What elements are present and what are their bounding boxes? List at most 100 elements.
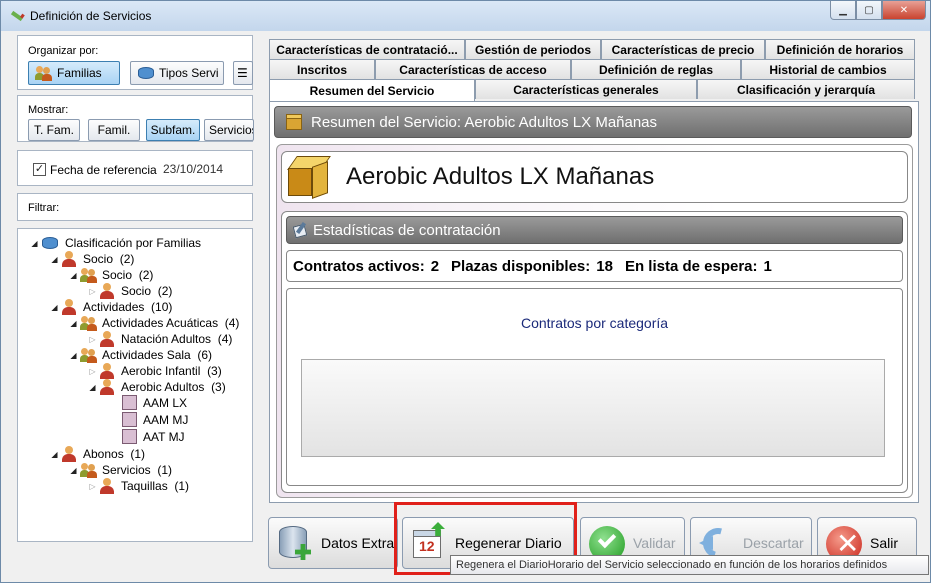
- extra-data-button[interactable]: Datos Extra: [268, 517, 398, 569]
- tree-node[interactable]: ◢ Clasificación por Familias: [30, 235, 201, 251]
- expand-icon[interactable]: ◢: [50, 303, 59, 312]
- database-add-icon: [275, 522, 315, 564]
- window-title: Definición de Servicios: [30, 9, 152, 23]
- tree-node[interactable]: AAT MJ: [122, 429, 185, 444]
- service-square-icon: [122, 395, 137, 410]
- title-bar: Definición de Servicios ▁ ▢ ✕: [1, 1, 930, 31]
- expand-icon[interactable]: ◢: [69, 319, 78, 328]
- waitlist-label: En lista de espera:: [624, 257, 758, 275]
- expand-icon[interactable]: ◢: [69, 271, 78, 280]
- available-places-label: Plazas disponibles:: [451, 257, 591, 275]
- main-window: Definición de Servicios ▁ ▢ ✕ Organizar …: [0, 0, 931, 583]
- waitlist-value: 1: [763, 257, 772, 275]
- left-panel: Organizar por: Familias Tipos Servi ☰ Mo…: [17, 35, 254, 575]
- tree-node[interactable]: ◢ Socio (2): [69, 267, 153, 283]
- tab-resumen[interactable]: Resumen del Servicio: [269, 79, 475, 101]
- show-famil-button[interactable]: Famil.: [88, 119, 140, 141]
- classification-tree[interactable]: ◢ Clasificación por Familias ◢ Socio (2)…: [17, 228, 253, 542]
- tab-contratacion[interactable]: Características de contratació...: [269, 39, 465, 59]
- minimize-icon: ▁: [839, 4, 847, 16]
- active-contracts-label: Contratos activos:: [293, 257, 425, 275]
- tree-node[interactable]: AAM MJ: [122, 412, 188, 427]
- collapse-icon[interactable]: ▷: [88, 335, 97, 344]
- tab-historial[interactable]: Historial de cambios: [741, 59, 915, 79]
- service-square-icon: [122, 429, 137, 444]
- database-icon: [41, 235, 59, 251]
- reference-date-label: Fecha de referencia: [50, 163, 157, 177]
- reference-date-group: ✓ Fecha de referencia 23/10/2014: [17, 150, 253, 186]
- organize-familias-button[interactable]: Familias: [28, 61, 120, 85]
- organize-tipos-button[interactable]: Tipos Servi: [130, 61, 224, 85]
- active-contracts-value: 2: [430, 257, 440, 275]
- filter-label: Filtrar:: [28, 202, 60, 214]
- package-icon: [286, 154, 332, 200]
- group-icon: [80, 462, 98, 478]
- organize-label: Organizar por:: [28, 45, 99, 57]
- contracts-chart: Contratos por categoría: [286, 288, 903, 486]
- reference-date-input[interactable]: 23/10/2014: [163, 162, 253, 176]
- tree-node[interactable]: ◢ Aerobic Adultos (3): [88, 379, 226, 395]
- tab-inscritos[interactable]: Inscritos: [269, 59, 375, 79]
- filter-group: Filtrar:: [17, 193, 253, 221]
- regenerate-tooltip: Regenera el DiarioHorario del Servicio s…: [450, 555, 929, 575]
- expand-icon[interactable]: ◢: [50, 450, 59, 459]
- expand-icon[interactable]: ◢: [88, 383, 97, 392]
- person-icon: [99, 478, 117, 494]
- close-icon: ✕: [899, 4, 909, 16]
- close-button[interactable]: ✕: [882, 1, 926, 20]
- person-icon: [61, 446, 79, 462]
- tab-strip: Características de contratació... Gestió…: [269, 39, 919, 101]
- tree-node[interactable]: ◢ Actividades (10): [50, 299, 172, 315]
- tab-clasificacion[interactable]: Clasificación y jerarquía: [697, 79, 915, 99]
- collapse-icon[interactable]: ▷: [88, 367, 97, 376]
- tree-node[interactable]: ◢ Socio (2): [50, 251, 134, 267]
- stats-line: Contratos activos: 2 Plazas disponibles:…: [286, 250, 903, 282]
- summary-content: Aerobic Adultos LX Mañanas Estadísticas …: [276, 144, 913, 498]
- person-icon: [61, 299, 79, 315]
- reference-date-checkbox[interactable]: ✓: [33, 163, 46, 176]
- maximize-button[interactable]: ▢: [856, 1, 882, 20]
- tree-node[interactable]: ◢ Actividades Sala (6): [69, 347, 212, 363]
- tree-node[interactable]: ▷ Natación Adultos (4): [88, 331, 232, 347]
- maximize-icon: ▢: [864, 4, 874, 16]
- tree-node[interactable]: ▷ Aerobic Infantil (3): [88, 363, 222, 379]
- show-subfam-button[interactable]: Subfam.: [146, 119, 200, 141]
- collapse-icon[interactable]: ▷: [88, 287, 97, 296]
- service-name: Aerobic Adultos LX Mañanas: [346, 163, 655, 190]
- show-servicios-button[interactable]: Servicios: [204, 119, 254, 141]
- package-icon: [285, 113, 303, 131]
- chart-plot-area: [301, 359, 885, 457]
- tab-acceso[interactable]: Características de acceso: [375, 59, 571, 79]
- summary-panel: Resumen del Servicio: Aerobic Adultos LX…: [269, 101, 919, 503]
- tree-node[interactable]: ◢ Servicios (1): [69, 462, 172, 478]
- show-tfam-button[interactable]: T. Fam.: [28, 119, 80, 141]
- collapse-icon[interactable]: ▷: [88, 482, 97, 491]
- expand-icon[interactable]: ◢: [30, 239, 39, 248]
- pencil-icon: [10, 10, 25, 22]
- expand-icon[interactable]: ◢: [69, 466, 78, 475]
- tab-periodos[interactable]: Gestión de periodos: [465, 39, 601, 59]
- organize-list-button[interactable]: ☰: [233, 61, 253, 85]
- tree-node[interactable]: ▷ Socio (2): [88, 283, 172, 299]
- tree-node[interactable]: ◢ Actividades Acuáticas (4): [69, 315, 239, 331]
- tab-horarios[interactable]: Definición de horarios: [765, 39, 915, 59]
- tab-generales[interactable]: Características generales: [475, 79, 697, 99]
- expand-icon[interactable]: ◢: [69, 351, 78, 360]
- tab-precio[interactable]: Características de precio: [601, 39, 765, 59]
- show-label: Mostrar:: [28, 104, 69, 116]
- expand-icon[interactable]: ◢: [50, 255, 59, 264]
- person-icon: [61, 251, 79, 267]
- person-icon: [99, 331, 117, 347]
- tab-reglas[interactable]: Definición de reglas: [571, 59, 741, 79]
- client-area: Organizar por: Familias Tipos Servi ☰ Mo…: [9, 31, 929, 576]
- group-icon: [80, 315, 98, 331]
- group-icon: [80, 267, 98, 283]
- service-square-icon: [122, 412, 137, 427]
- tree-node[interactable]: AAM LX: [122, 395, 187, 410]
- summary-header: Resumen del Servicio: Aerobic Adultos LX…: [274, 106, 912, 138]
- minimize-button[interactable]: ▁: [830, 1, 856, 20]
- tree-node[interactable]: ▷ Taquillas (1): [88, 478, 189, 494]
- stats-header: Estadísticas de contratación: [286, 216, 903, 244]
- show-group: Mostrar: T. Fam. Famil. Subfam. Servicio…: [17, 95, 254, 142]
- tree-node[interactable]: ◢ Abonos (1): [50, 446, 145, 462]
